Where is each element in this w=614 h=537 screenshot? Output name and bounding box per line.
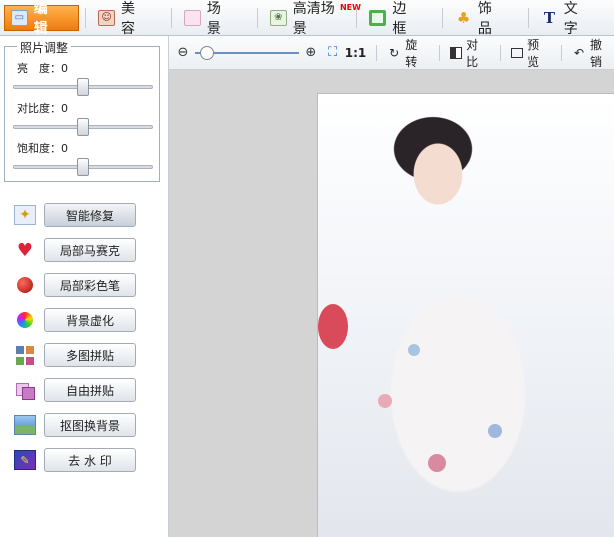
tab-accessories[interactable]: ♣ 饰 品 [449,1,522,37]
free-collage-icon [14,380,36,400]
hd-scene-icon: ❀ [269,9,287,26]
toolbar-divider [500,44,502,61]
compare-icon [450,46,463,59]
preview-icon [511,47,524,58]
tab-divider [171,7,173,28]
background-blur-button[interactable]: 背景虚化 [44,308,136,332]
tool-row-smart-repair: ✦ 智能修复 [14,202,138,228]
tool-row-watermark: ✎ 去 水 印 [14,447,138,473]
tab-divider [528,7,530,28]
tab-divider [85,7,87,28]
face-beauty-icon: ☺ [98,9,115,26]
apple-icon [14,275,36,295]
tab-edit[interactable]: ▭ 编 辑 [4,1,80,37]
photo-adjust-title: 照片调整 [17,39,72,56]
compare-button[interactable]: 对比 [450,36,490,70]
tool-row-collage: 多图拼贴 [14,342,138,368]
local-color-pen-button[interactable]: 局部彩色笔 [44,273,136,297]
contrast-slider-thumb[interactable] [77,118,89,136]
rotate-button[interactable]: ↻ 旋转 [387,36,429,70]
top-menu-bar: ▭ 编 辑 ☺ 美 容 场 景 ❀ 高清场景 NEW 边 框 ♣ 饰 品 T 文… [0,0,614,37]
flower-decoration [408,344,420,356]
flower-decoration [488,424,502,438]
photo-adjust-group: 照片调整 亮 度：0 对比度：0 饱和度：0 [4,39,160,182]
frame-icon [369,9,387,26]
tool-row-color-pen: 局部彩色笔 [14,272,138,298]
magic-wand-icon: ✦ [14,205,36,225]
fit-screen-icon[interactable]: ⛶ [325,45,341,60]
toolbar-divider [561,44,563,61]
contrast-label: 对比度：0 [17,102,68,115]
flower-decoration [318,304,348,349]
undo-button[interactable]: ↶ 撤销 [572,36,614,70]
smart-repair-button[interactable]: 智能修复 [44,203,136,227]
preview-button[interactable]: 预览 [511,36,551,70]
tab-divider [257,7,258,28]
saturation-label: 饱和度：0 [17,142,68,155]
zoom-slider[interactable] [194,45,299,60]
tool-row-bg-blur: 背景虚化 [14,307,138,333]
mosaic-heart-icon: ♥ [16,239,34,261]
tab-frame[interactable]: 边 框 [363,1,436,37]
undo-icon: ↶ [573,45,585,60]
zoom-in-icon[interactable]: ⊕ [303,45,319,60]
brightness-slider-thumb[interactable] [77,78,89,96]
zoom-out-icon[interactable]: ⊖ [175,45,191,60]
free-collage-button[interactable]: 自由拼贴 [44,378,136,402]
text-icon: T [543,8,555,27]
cutout-icon [14,415,36,435]
rotate-icon: ↻ [389,45,400,60]
flower-decoration [378,394,392,408]
color-blur-icon [14,310,36,330]
watermark-icon: ✎ [14,450,36,470]
image-edit-icon: ▭ [11,9,28,26]
flower-decoration [428,454,446,472]
tool-row-free-collage: 自由拼贴 [14,377,138,403]
toolbar-divider [439,44,441,61]
tab-beauty[interactable]: ☺ 美 容 [92,1,165,37]
tool-row-mosaic: ♥ 局部马赛克 [14,237,138,263]
local-mosaic-button[interactable]: 局部马赛克 [44,238,136,262]
brightness-label: 亮 度：0 [17,62,68,75]
zoom-slider-knob[interactable] [199,45,214,60]
actual-size-button[interactable]: 1:1 [345,46,367,60]
view-toolbar: ⊖ ⊕ ⛶ 1:1 ↻ 旋转 对比 预览 ↶ 撤销 [169,36,614,70]
tab-divider [442,7,444,28]
toolbar-divider [376,44,378,61]
tab-hd-scene[interactable]: ❀ 高清场景 NEW [264,1,361,37]
clover-icon: ♣ [456,8,471,27]
remove-watermark-button[interactable]: 去 水 印 [44,448,136,472]
edited-photo [318,94,614,537]
saturation-slider-thumb[interactable] [77,158,89,176]
tool-row-cutout: 抠图换背景 [14,412,138,438]
tab-text[interactable]: T 文 字 [535,1,608,37]
tab-scene[interactable]: 场 景 [178,1,251,37]
cutout-change-bg-button[interactable]: 抠图换背景 [44,413,136,437]
left-panel: 照片调整 亮 度：0 对比度：0 饱和度：0 ✦ 智能修复 ♥ 局部马赛克 局部… [0,36,169,537]
new-badge: NEW [339,2,361,12]
multi-collage-button[interactable]: 多图拼贴 [44,343,136,367]
photo-canvas[interactable] [169,70,614,537]
collage-grid-icon [14,345,36,365]
scene-icon [184,9,201,26]
